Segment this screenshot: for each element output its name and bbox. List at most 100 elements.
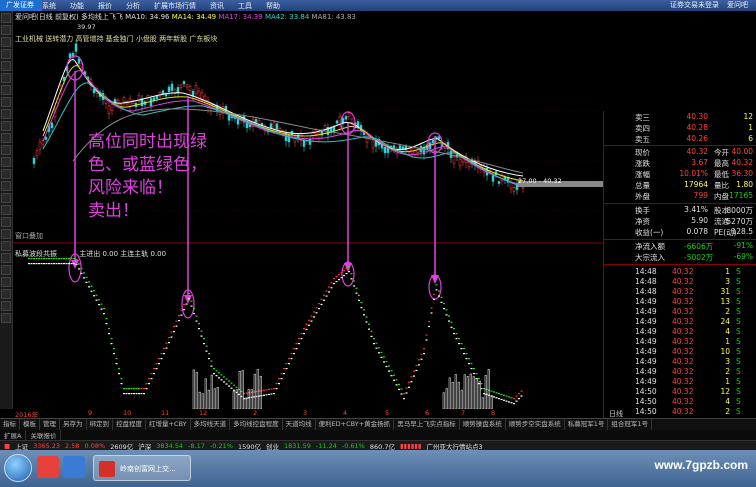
indicator-dash: [90, 290, 93, 292]
tool-button[interactable]: [1, 193, 11, 203]
indicator-dash: [443, 308, 445, 310]
app-icon[interactable]: [37, 456, 59, 478]
tool-button[interactable]: [1, 301, 11, 311]
menu-item-function[interactable]: 功能: [70, 1, 84, 11]
stat-value: 40.32: [686, 147, 708, 156]
stat-value: 17165: [729, 191, 753, 200]
tool-button[interactable]: [1, 61, 11, 71]
tab-indicator[interactable]: 多均线控盘程度: [230, 419, 283, 430]
indicator-dash: [140, 393, 143, 395]
ask-row[interactable]: 卖五 40.26 6: [604, 134, 756, 145]
tool-button[interactable]: [1, 313, 11, 323]
indicator-dash: [270, 388, 273, 390]
indicator-dash: [398, 388, 400, 391]
tab-indicator[interactable]: 多均线天道: [191, 419, 231, 430]
tick-side: S: [736, 387, 741, 396]
indicator-dash: [143, 388, 145, 390]
tool-button[interactable]: [1, 289, 11, 299]
tool-button[interactable]: [1, 265, 11, 275]
indicator-dash: [65, 263, 68, 265]
tick-volume: 2: [725, 307, 730, 316]
candle-body: [152, 97, 156, 101]
tool-button[interactable]: [1, 217, 11, 227]
server-site[interactable]: 广州亚大行情站点3: [426, 441, 482, 451]
sh-label[interactable]: 上证: [15, 441, 28, 451]
tab-extend-a[interactable]: 扩展A: [0, 430, 27, 440]
tool-button[interactable]: [1, 169, 11, 179]
ask-row[interactable]: 卖三 40.30 12: [604, 112, 756, 123]
indicator-dash: [518, 398, 520, 400]
tick-volume: 2: [725, 407, 730, 416]
tab-indicator[interactable]: 控盘程度: [113, 419, 146, 430]
hs-label[interactable]: 沪深: [138, 441, 151, 451]
menu-item-extended-market[interactable]: 扩展市场行情: [154, 1, 196, 11]
menu-item-tools[interactable]: 工具: [238, 1, 252, 11]
tool-button[interactable]: [1, 97, 11, 107]
indicator-dash: [395, 384, 398, 386]
indicator-dash: [513, 403, 515, 405]
tool-button[interactable]: [1, 205, 11, 215]
indicator-dash: [200, 330, 203, 332]
tab-indicator[interactable]: 另存为: [60, 419, 87, 430]
indicator-dash: [280, 378, 283, 380]
tab-indicator[interactable]: 天道均线: [283, 419, 316, 430]
tool-button[interactable]: [1, 85, 11, 95]
tab-indicator[interactable]: 管理: [40, 419, 60, 430]
tab-indicator[interactable]: 绑定到: [87, 419, 113, 430]
indicator-dash: [415, 369, 418, 372]
indicator-dash: [183, 304, 185, 306]
tool-button[interactable]: [1, 49, 11, 59]
menu-item-analysis[interactable]: 分析: [126, 1, 140, 11]
tool-button[interactable]: [1, 121, 11, 131]
tool-button[interactable]: [1, 241, 11, 251]
indicator-dash: [150, 378, 153, 380]
tool-button[interactable]: [1, 109, 11, 119]
tick-price: 40.32: [672, 367, 694, 376]
tab-indicator[interactable]: 顺势步空实盘系统: [506, 419, 565, 430]
menu-item-info[interactable]: 资讯: [210, 1, 224, 11]
ask-row[interactable]: 卖四 40.28 1: [604, 123, 756, 134]
indicator-dash: [170, 331, 173, 333]
menu-item-help[interactable]: 帮助: [266, 1, 280, 11]
tool-button[interactable]: [1, 13, 11, 23]
taskbar-item[interactable]: 岭南创富网上交...: [93, 455, 191, 481]
tool-button[interactable]: [1, 37, 11, 47]
concept-tags[interactable]: 工业机械 送转潜力 高管增持 基金独门 小盘股 两年新股 广东板块: [15, 34, 217, 44]
indicator-dash: [403, 393, 405, 395]
start-button[interactable]: [4, 454, 32, 482]
tab-indicator[interactable]: 模板: [20, 419, 40, 430]
tool-button[interactable]: [1, 181, 11, 191]
tab-indicator[interactable]: 便利ED+CBY+黄金扬抓: [316, 419, 395, 430]
indicator-dash: [350, 278, 353, 280]
indicator-dash: [285, 363, 288, 365]
trade-login-status[interactable]: 证券交易未登录: [670, 0, 719, 11]
indicator-dash: [30, 263, 33, 265]
tool-button[interactable]: [1, 25, 11, 35]
tab-indicator[interactable]: 指标: [0, 419, 20, 430]
tool-button[interactable]: [1, 229, 11, 239]
indicator-dash: [330, 287, 333, 289]
tab-indicator[interactable]: 私募冠军1号: [565, 419, 609, 430]
ask-link[interactable]: 爱问吧: [727, 0, 748, 11]
volume-bar: [204, 378, 207, 409]
indicator-dash: [490, 390, 493, 392]
tool-button[interactable]: [1, 133, 11, 143]
tab-related-quote[interactable]: 关联报价: [26, 430, 62, 440]
tool-button[interactable]: [1, 157, 11, 167]
tab-indicator[interactable]: 黑马早上飞实点指标: [394, 419, 460, 430]
tab-indicator[interactable]: 顺势操盘系统: [460, 419, 506, 430]
cy-label[interactable]: 创业: [266, 441, 279, 451]
menu-item-quote[interactable]: 报价: [98, 1, 112, 11]
tool-button[interactable]: [1, 277, 11, 287]
app-icon[interactable]: [63, 456, 85, 478]
tab-indicator[interactable]: 红增量+CBY: [146, 419, 191, 430]
chart-area[interactable]: 爱问吧(日线 前复权) 多均线上飞飞 MA10: 34.96 MA14: 34.…: [13, 11, 603, 409]
tool-button[interactable]: [1, 253, 11, 263]
menu-item-system[interactable]: 系统: [42, 1, 56, 11]
indicator-dash: [420, 353, 423, 355]
stock-title: 爱问吧(日线 前复权): [15, 13, 79, 21]
tool-button[interactable]: [1, 145, 11, 155]
tool-button[interactable]: [1, 73, 11, 83]
flow-value: -6606万: [684, 242, 714, 251]
tab-indicator[interactable]: 组合冠军1号: [608, 419, 652, 430]
